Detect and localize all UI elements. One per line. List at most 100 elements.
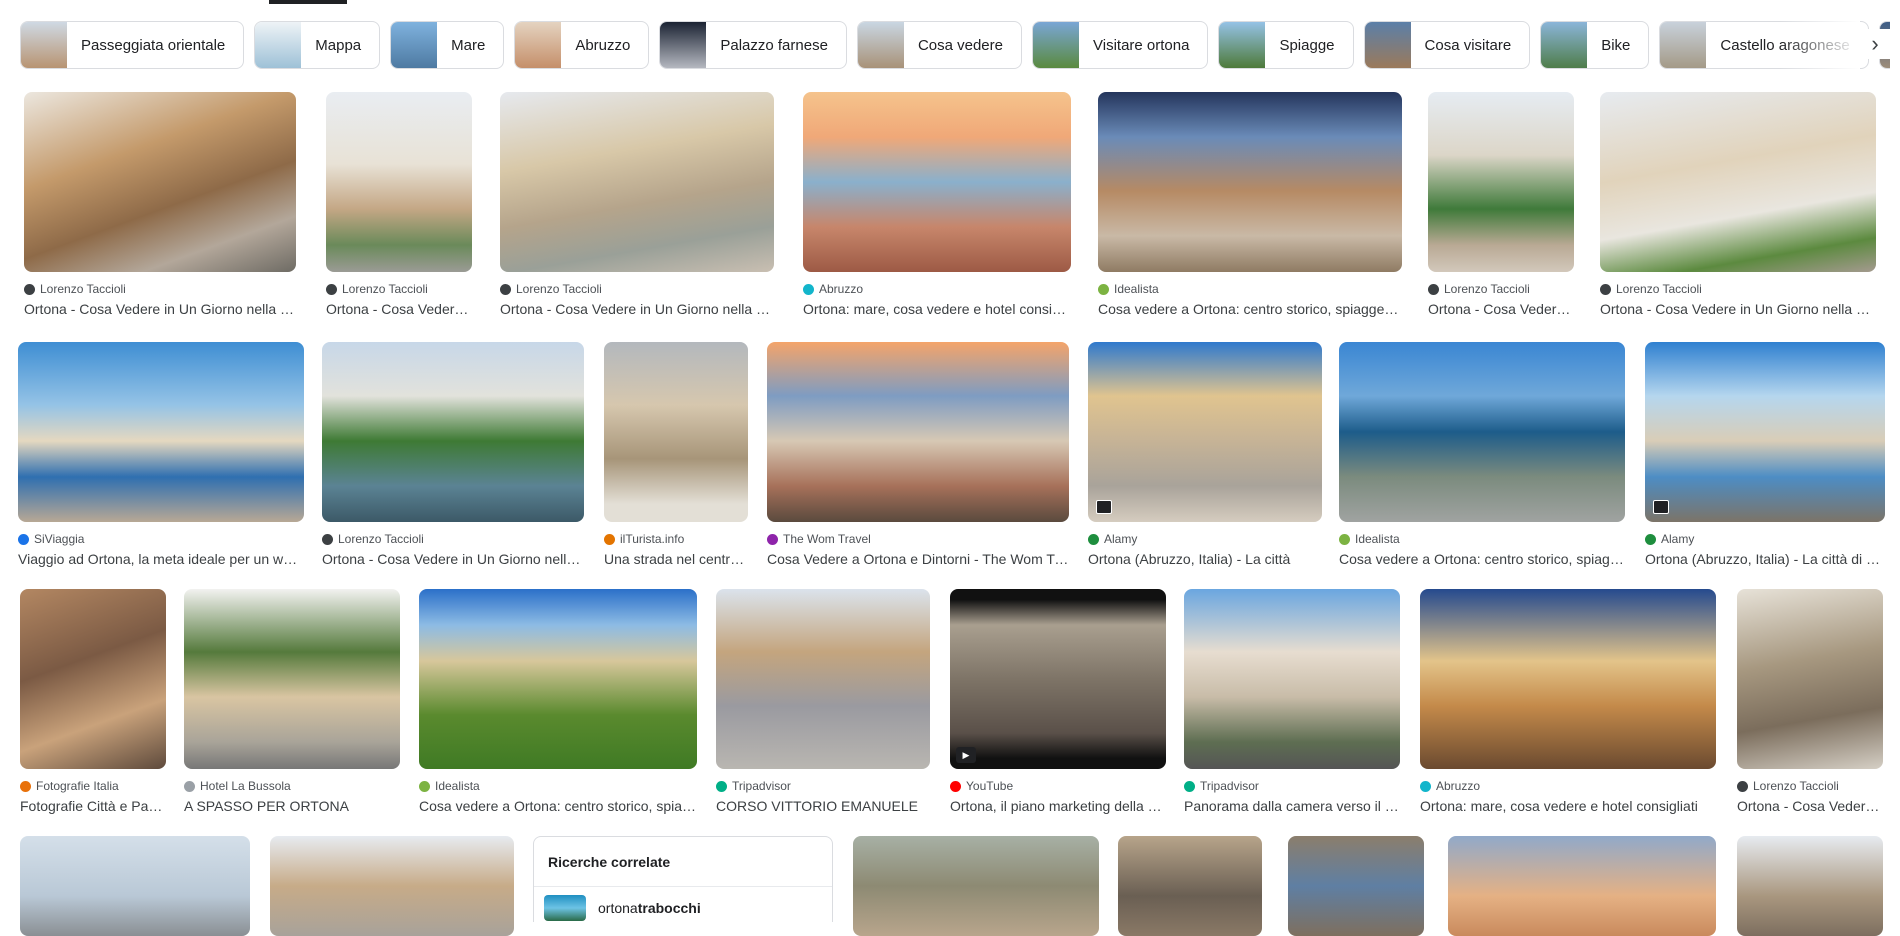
result-image[interactable] <box>18 342 304 522</box>
image-result-card[interactable] <box>20 836 250 936</box>
image-result-card[interactable] <box>270 836 514 936</box>
result-title[interactable]: Una strada nel centro storico <box>604 551 748 567</box>
chip-6[interactable]: Visitare ortona <box>1032 21 1209 69</box>
result-title[interactable]: Cosa vedere a Ortona: centro storico, sp… <box>1339 551 1625 567</box>
image-result-card[interactable] <box>1288 836 1424 936</box>
chip-9[interactable]: Bike <box>1540 21 1650 69</box>
result-image[interactable] <box>24 92 296 272</box>
result-title[interactable]: Cosa vedere a Ortona: centro storico, sp… <box>1098 301 1402 317</box>
result-image[interactable] <box>1288 836 1424 936</box>
chip-4[interactable]: Palazzo farnese <box>659 21 847 69</box>
result-title[interactable]: A SPASSO PER ORTONA <box>184 798 400 814</box>
site-favicon-icon <box>716 780 727 792</box>
result-image[interactable] <box>1118 836 1262 936</box>
result-title[interactable]: Ortona - Cosa Vedere in Un Giorno <box>1737 798 1883 814</box>
image-result-card[interactable] <box>853 836 1099 936</box>
chip-thumbnail <box>1033 22 1079 68</box>
result-image[interactable] <box>1420 589 1716 769</box>
image-result-card[interactable]: Hotel La Bussola A SPASSO PER ORTONA <box>184 589 400 814</box>
result-title[interactable]: Ortona (Abruzzo, Italia) - La città <box>1088 551 1322 567</box>
result-image[interactable] <box>184 589 400 769</box>
related-searches-heading: Ricerche correlate <box>548 854 671 870</box>
result-image[interactable] <box>767 342 1069 522</box>
image-result-card[interactable]: Fotografie Italia Fotografie Città e Paes… <box>20 589 166 814</box>
chevron-right-icon[interactable]: › <box>1860 29 1890 59</box>
result-image[interactable] <box>604 342 748 522</box>
result-title[interactable]: Ortona: mare, cosa vedere e hotel consig… <box>803 301 1071 317</box>
result-title[interactable]: Ortona - Cosa Vedere in Un Giorno <box>1428 301 1574 317</box>
result-image[interactable] <box>803 92 1071 272</box>
chip-3[interactable]: Abruzzo <box>514 21 650 69</box>
result-image[interactable] <box>1428 92 1574 272</box>
result-title[interactable]: Cosa vedere a Ortona: centro storico, sp… <box>419 798 697 814</box>
result-image[interactable] <box>500 92 774 272</box>
result-image[interactable] <box>1600 92 1876 272</box>
result-image[interactable] <box>1098 92 1402 272</box>
related-search-item[interactable]: ortona trabocchi <box>544 895 701 921</box>
chip-8[interactable]: Cosa visitare <box>1363 21 1531 69</box>
result-title[interactable]: Cosa Vedere a Ortona e Dintorni - The Wo… <box>767 551 1069 567</box>
image-result-card[interactable]: Lorenzo Taccioli Ortona - Cosa Vedere in … <box>1737 589 1883 814</box>
result-source: Lorenzo Taccioli <box>500 282 774 296</box>
result-source-name: Lorenzo Taccioli <box>1753 779 1839 793</box>
result-title[interactable]: Ortona (Abruzzo, Italia) - La città di O… <box>1645 551 1885 567</box>
result-image[interactable] <box>1448 836 1716 936</box>
image-result-card[interactable]: Abruzzo Ortona: mare, cosa vedere e hotel… <box>1420 589 1716 814</box>
result-title[interactable]: CORSO VITTORIO EMANUELE <box>716 798 930 814</box>
chip-5[interactable]: Cosa vedere <box>856 21 1022 69</box>
result-title[interactable]: Ortona - Cosa Vedere in Un Giorno nella … <box>322 551 584 567</box>
result-image[interactable] <box>322 342 584 522</box>
image-result-card[interactable]: Alamy Ortona (Abruzzo, Italia) - La città <box>1088 342 1322 567</box>
image-result-card[interactable]: ▶ YouTube Ortona, il piano marketing della… <box>950 589 1166 814</box>
result-title[interactable]: Viaggio ad Ortona, la meta ideale per un… <box>18 551 304 567</box>
result-image[interactable] <box>20 589 166 769</box>
chip-7[interactable]: Spiagge <box>1218 21 1354 69</box>
result-image[interactable] <box>20 836 250 936</box>
result-title[interactable]: Ortona - Cosa Vedere in Un Giorno nella … <box>500 301 774 317</box>
chip-0[interactable]: Passeggiata orientale <box>20 21 245 69</box>
image-result-card[interactable]: Lorenzo Taccioli Ortona - Cosa Vedere in … <box>24 92 296 317</box>
result-title[interactable]: Ortona, il piano marketing della città <box>950 798 1166 814</box>
result-image[interactable] <box>1339 342 1625 522</box>
result-image[interactable]: ▶ <box>950 589 1166 769</box>
image-result-card[interactable]: The Wom Travel Cosa Vedere a Ortona e Din… <box>767 342 1069 567</box>
image-result-card[interactable]: Idealista Cosa vedere a Ortona: centro st… <box>419 589 697 814</box>
image-result-card[interactable] <box>1448 836 1716 936</box>
result-source: ilTurista.info <box>604 532 748 546</box>
image-result-card[interactable]: Tripadvisor CORSO VITTORIO EMANUELE <box>716 589 930 814</box>
image-result-card[interactable]: Idealista Cosa vedere a Ortona: centro st… <box>1098 92 1402 317</box>
image-result-card[interactable] <box>1118 836 1262 936</box>
result-title[interactable]: Panorama dalla camera verso il mare <box>1184 798 1400 814</box>
result-image[interactable] <box>1088 342 1322 522</box>
result-image[interactable] <box>853 836 1099 936</box>
image-result-card[interactable]: ilTurista.info Una strada nel centro stor… <box>604 342 748 567</box>
result-image[interactable] <box>326 92 472 272</box>
result-title[interactable]: Ortona - Cosa Vedere in Un Giorno nella … <box>24 301 296 317</box>
result-image[interactable] <box>270 836 514 936</box>
image-result-card[interactable]: Idealista Cosa vedere a Ortona: centro st… <box>1339 342 1625 567</box>
image-result-card[interactable]: Lorenzo Taccioli Ortona - Cosa Vedere in … <box>322 342 584 567</box>
result-title[interactable]: Ortona: mare, cosa vedere e hotel consig… <box>1420 798 1716 814</box>
image-result-card[interactable]: Lorenzo Taccioli Ortona - Cosa Vedere in … <box>1600 92 1876 317</box>
result-title[interactable]: Ortona - Cosa Vedere in Un Giorno nella … <box>1600 301 1876 317</box>
result-image[interactable] <box>1645 342 1885 522</box>
result-image[interactable] <box>1737 836 1883 936</box>
chip-2[interactable]: Mare <box>390 21 505 69</box>
image-result-card[interactable]: Lorenzo Taccioli Ortona - Cosa Vedere in … <box>1428 92 1574 317</box>
result-image[interactable] <box>716 589 930 769</box>
image-result-card[interactable]: Lorenzo Taccioli Ortona - Cosa Vedere in … <box>326 92 472 317</box>
image-result-card[interactable] <box>1737 836 1883 936</box>
result-title[interactable]: Fotografie Città e Paesi <box>20 798 166 814</box>
image-result-card[interactable]: Tripadvisor Panorama dalla camera verso i… <box>1184 589 1400 814</box>
result-image[interactable] <box>1737 589 1883 769</box>
image-result-card[interactable]: Abruzzo Ortona: mare, cosa vedere e hotel… <box>803 92 1071 317</box>
site-favicon-icon <box>1420 780 1431 792</box>
result-title[interactable]: Ortona - Cosa Vedere in Un Giorno <box>326 301 472 317</box>
result-image[interactable] <box>419 589 697 769</box>
chip-1[interactable]: Mappa <box>254 21 381 69</box>
image-result-card[interactable]: Alamy Ortona (Abruzzo, Italia) - La città… <box>1645 342 1885 567</box>
image-result-card[interactable]: Lorenzo Taccioli Ortona - Cosa Vedere in … <box>500 92 774 317</box>
result-source-name: Lorenzo Taccioli <box>1444 282 1530 296</box>
image-result-card[interactable]: SiViaggia Viaggio ad Ortona, la meta idea… <box>18 342 304 567</box>
result-image[interactable] <box>1184 589 1400 769</box>
